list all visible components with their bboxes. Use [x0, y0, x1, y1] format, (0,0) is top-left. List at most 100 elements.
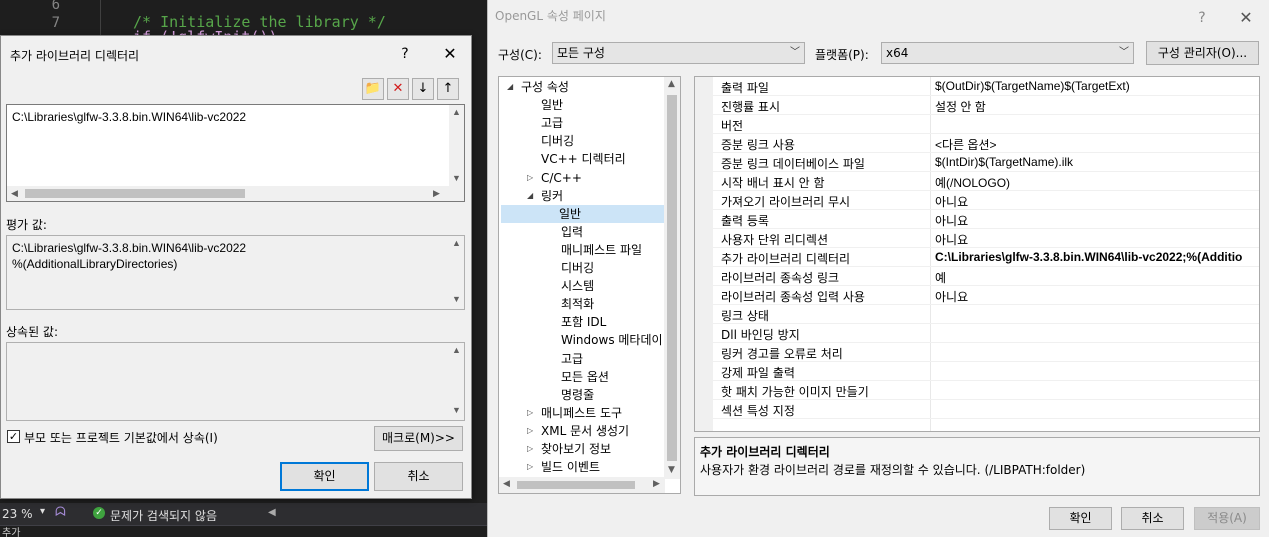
scroll-left-icon[interactable]: ◀ [499, 477, 514, 492]
property-row[interactable]: 핫 패치 가능한 이미지 만들기 [695, 381, 1259, 400]
tree-item[interactable]: 구성 속성 [519, 78, 569, 96]
property-row[interactable]: 강제 파일 출력 [695, 362, 1259, 381]
property-value[interactable]: 아니요 [935, 212, 968, 229]
property-value[interactable]: $(IntDir)$(TargetName).ilk [935, 155, 1073, 169]
property-value[interactable]: 아니요 [935, 288, 968, 305]
help-button[interactable]: ? [1190, 6, 1214, 30]
tree-item[interactable]: 명령줄 [559, 386, 594, 404]
property-row[interactable]: 출력 등록 아니요 [695, 210, 1259, 229]
property-row[interactable]: 시작 배너 표시 안 함 예(/NOLOGO) [695, 172, 1259, 191]
property-row[interactable]: 진행률 표시 설정 안 함 [695, 96, 1259, 115]
tree-item[interactable]: 고급 [539, 114, 563, 132]
cancel-button[interactable]: 취소 [374, 462, 463, 491]
tree-item[interactable]: 포함 IDL [559, 313, 606, 331]
property-tree[interactable]: 구성 속성 ◢ 일반 고급 디버깅 VC++ 디렉터리 C/C++ ▷ 링커 ◢ 일반 입력 매니페스트… [498, 76, 681, 494]
scroll-up-icon[interactable]: ▲ [449, 343, 464, 358]
property-row[interactable]: 링커 경고를 오류로 처리 [695, 343, 1259, 362]
property-row[interactable]: 섹션 특성 지정 [695, 400, 1259, 419]
tree-item[interactable]: 시스템 [559, 277, 594, 295]
scroll-right-icon[interactable]: ▶ [429, 186, 444, 201]
tree-item[interactable]: 일반 [539, 96, 563, 114]
new-line-icon[interactable]: 📁 [362, 78, 384, 100]
scroll-thumb[interactable] [25, 189, 245, 198]
directory-entry[interactable]: C:\Libraries\glfw-3.3.8.bin.WIN64\lib-vc… [12, 109, 246, 125]
copilot-icon[interactable]: ᗣ [55, 505, 68, 521]
property-row[interactable]: 증분 링크 데이터베이스 파일 $(IntDir)$(TargetName).il… [695, 153, 1259, 172]
property-value[interactable]: 설정 안 함 [935, 98, 986, 115]
tree-item[interactable]: 모든 옵션 [559, 368, 609, 386]
scroll-right-icon[interactable]: ▶ [649, 477, 664, 492]
tree-item[interactable]: 디버깅 [559, 259, 594, 277]
config-dropdown[interactable]: 모든 구성 ﹀ [552, 42, 805, 64]
ok-button[interactable]: 확인 [1049, 507, 1112, 530]
zoom-level[interactable]: 23 % [2, 507, 33, 521]
tree-item[interactable]: 최적화 [559, 295, 594, 313]
property-value[interactable]: 예 [935, 269, 946, 286]
move-down-icon[interactable]: ↓ [412, 78, 434, 100]
tree-vertical-scrollbar[interactable]: ▲ ▼ [664, 77, 680, 479]
scroll-down-icon[interactable]: ▼ [449, 292, 464, 307]
tree-item[interactable]: C/C++ [539, 169, 582, 187]
tree-item[interactable]: 일반 [501, 204, 665, 223]
cancel-button[interactable]: 취소 [1121, 507, 1184, 530]
config-manager-button[interactable]: 구성 관리자(O)... [1146, 41, 1259, 65]
property-value[interactable]: 아니요 [935, 193, 968, 210]
close-button[interactable]: ✕ [1234, 6, 1258, 30]
scroll-down-icon[interactable]: ▼ [449, 171, 464, 186]
help-button[interactable]: ? [393, 42, 417, 66]
platform-dropdown[interactable]: x64 ﹀ [881, 42, 1134, 64]
scroll-up-icon[interactable]: ▲ [449, 105, 464, 120]
tree-item[interactable]: 디버깅 [539, 132, 574, 150]
close-button[interactable]: ✕ [438, 42, 462, 66]
horizontal-scrollbar[interactable]: ◀ ▶ [7, 186, 464, 201]
tree-expand-icon[interactable]: ▷ [527, 169, 533, 187]
tree-item[interactable]: 매니페스트 파일 [559, 241, 642, 259]
property-row[interactable]: 추가 라이브러리 디렉터리 C:\Libraries\glfw-3.3.8.bin… [695, 248, 1259, 267]
property-value[interactable]: $(OutDir)$(TargetName)$(TargetExt) [935, 79, 1130, 93]
tree-horizontal-scrollbar[interactable]: ◀ ▶ [499, 477, 665, 493]
tree-item[interactable]: 매니페스트 도구 [539, 404, 622, 422]
tree-expand-icon[interactable]: ▷ [527, 458, 533, 476]
property-row[interactable]: 링크 상태 [695, 305, 1259, 324]
tree-item[interactable]: 빌드 이벤트 [539, 458, 600, 476]
scroll-up-icon[interactable]: ▲ [449, 236, 464, 251]
scroll-thumb[interactable] [667, 95, 677, 461]
scroll-up-icon[interactable]: ▲ [664, 77, 679, 92]
tree-item[interactable]: 링커 [539, 187, 563, 205]
tree-item[interactable]: Windows 메타데이 [559, 331, 663, 349]
delete-icon[interactable]: ✕ [387, 78, 409, 100]
issues-status[interactable]: 문제가 검색되지 않음 [110, 507, 217, 524]
property-grid[interactable]: 출력 파일 $(OutDir)$(TargetName)$(TargetExt) 진… [694, 76, 1260, 432]
property-row[interactable]: 가져오기 라이브러리 무시 아니요 [695, 191, 1259, 210]
directory-list-input[interactable]: C:\Libraries\glfw-3.3.8.bin.WIN64\lib-vc… [6, 104, 465, 202]
property-row[interactable]: 사용자 단위 리디렉션 아니요 [695, 229, 1259, 248]
scroll-left-icon[interactable]: ◀ [268, 507, 276, 518]
vertical-scrollbar[interactable]: ▲ ▼ [449, 105, 464, 186]
scroll-left-icon[interactable]: ◀ [7, 186, 22, 201]
scroll-thumb[interactable] [517, 481, 635, 489]
property-row[interactable]: 버전 [695, 115, 1259, 134]
macro-button[interactable]: 매크로(M)>> [374, 426, 463, 451]
zoom-dropdown-icon[interactable]: ▾ [40, 506, 45, 517]
scroll-down-icon[interactable]: ▼ [449, 403, 464, 418]
property-row[interactable]: 증분 링크 사용 <다른 옵션> [695, 134, 1259, 153]
property-value[interactable]: 예(/NOLOGO) [935, 174, 1010, 191]
tree-item[interactable]: 입력 [559, 223, 583, 241]
inherit-checkbox[interactable]: ✓ [7, 430, 20, 443]
property-row[interactable]: Dll 바인딩 방지 [695, 324, 1259, 343]
tree-item[interactable]: VC++ 디렉터리 [539, 150, 626, 168]
property-value[interactable]: C:\Libraries\glfw-3.3.8.bin.WIN64\lib-vc… [935, 250, 1242, 264]
property-row[interactable]: 라이브러리 종속성 입력 사용 아니요 [695, 286, 1259, 305]
tree-expand-icon[interactable]: ▷ [527, 440, 533, 458]
vertical-scrollbar[interactable]: ▲ ▼ [449, 343, 464, 420]
vertical-scrollbar[interactable]: ▲ ▼ [449, 236, 464, 309]
tree-expand-icon[interactable]: ▷ [527, 404, 533, 422]
tree-item[interactable]: 찾아보기 정보 [539, 440, 611, 458]
property-value[interactable]: 아니요 [935, 231, 968, 248]
property-row[interactable]: 라이브러리 종속성 링크 예 [695, 267, 1259, 286]
tree-item[interactable]: XML 문서 생성기 [539, 422, 629, 440]
property-value[interactable]: <다른 옵션> [935, 136, 997, 153]
tree-collapse-icon[interactable]: ◢ [507, 78, 513, 96]
move-up-icon[interactable]: ↑ [437, 78, 459, 100]
apply-button[interactable]: 적용(A) [1194, 507, 1260, 530]
